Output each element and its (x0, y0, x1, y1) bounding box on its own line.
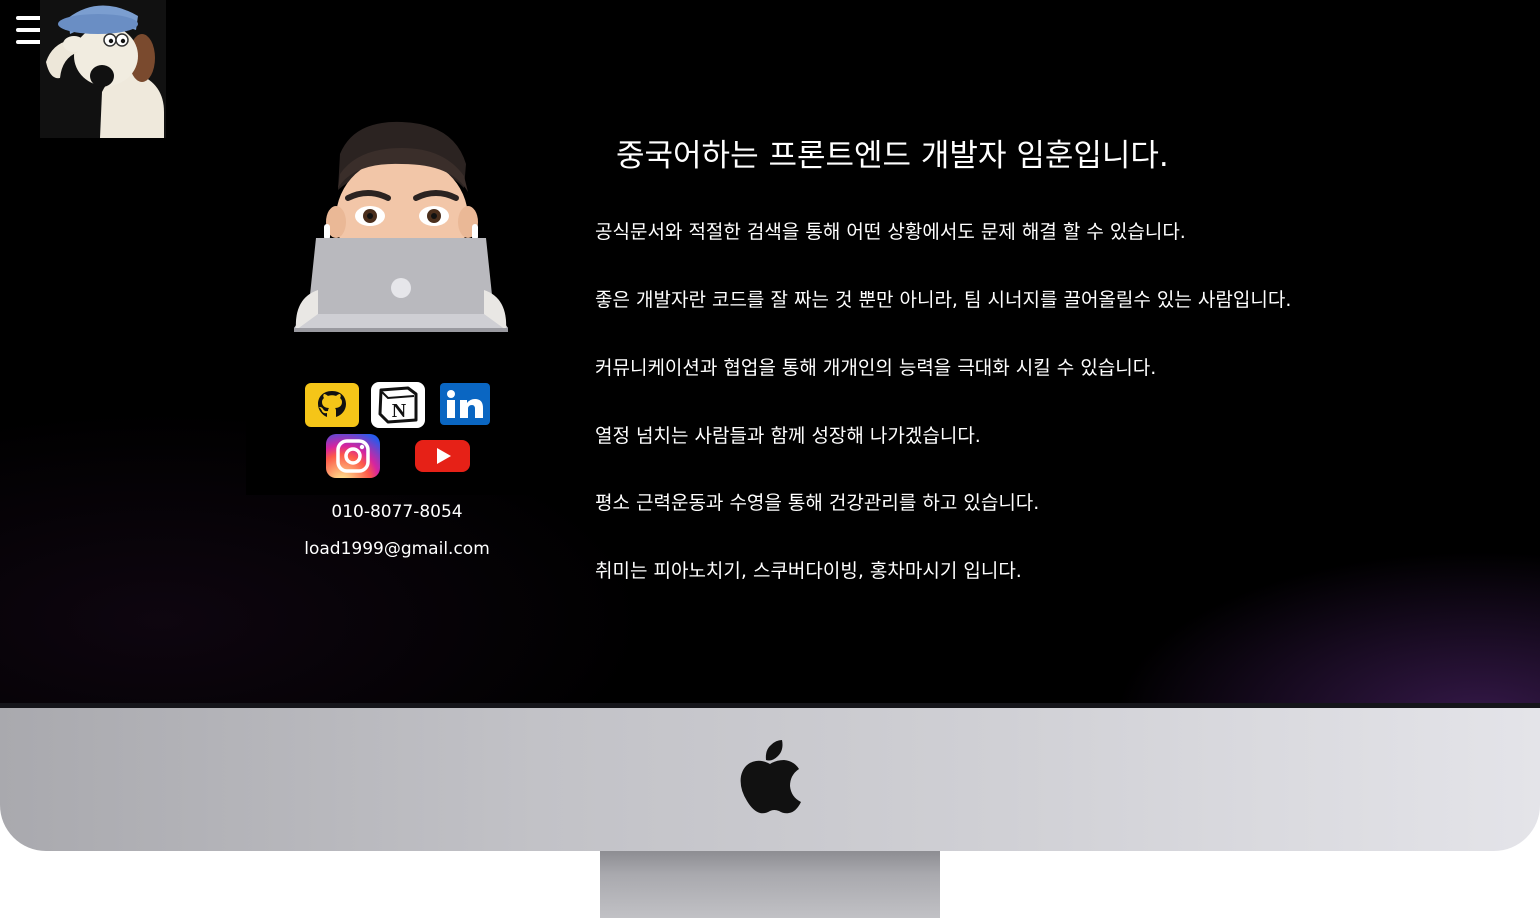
phone-number: 010-8077-8054 (331, 502, 463, 522)
github-icon (318, 391, 346, 417)
bio-line: 평소 근력운동과 수영을 통해 건강관리를 하고 있습니다. (595, 492, 1040, 514)
instagram-icon (336, 439, 370, 473)
bio-line: 열정 넘치는 사람들과 함께 성장해 나가겠습니다. (595, 425, 981, 447)
bio-line: 공식문서와 적절한 검색을 통해 어떤 상황에서도 문제 해결 할 수 있습니다… (595, 221, 1186, 243)
bio-line: 취미는 피아노치기, 스쿠버다이빙, 홍차마시기 입니다. (595, 560, 1022, 582)
youtube-link-button[interactable] (415, 440, 470, 472)
play-icon (436, 448, 451, 464)
clay-dog-mascot-icon (40, 0, 166, 138)
memoji-avatar-icon (294, 121, 508, 332)
linkedin-icon (447, 390, 483, 418)
page-title: 중국어하는 프론트엔드 개발자 임훈입니다. (616, 138, 1169, 174)
bio-line: 좋은 개발자란 코드를 잘 짜는 것 뿐만 아니라, 팀 시너지를 끌어올릴수 … (595, 289, 1292, 311)
apple-logo-icon (740, 740, 801, 814)
bio-line: 커뮤니케이션과 협업을 통해 개개인의 능력을 극대화 시킬 수 있습니다. (595, 357, 1157, 379)
monitor-stand (600, 851, 940, 918)
github-link-button[interactable] (305, 383, 359, 427)
linkedin-link-button[interactable] (440, 383, 490, 425)
notion-icon: N (378, 386, 418, 424)
monitor-screen: N 010-8077-8054 load1999@gmail.com 중국어하는… (0, 0, 1540, 706)
notion-link-button[interactable]: N (371, 382, 425, 428)
email-address: load1999@gmail.com (304, 539, 490, 559)
instagram-link-button[interactable] (326, 434, 380, 478)
svg-text:N: N (392, 400, 407, 422)
